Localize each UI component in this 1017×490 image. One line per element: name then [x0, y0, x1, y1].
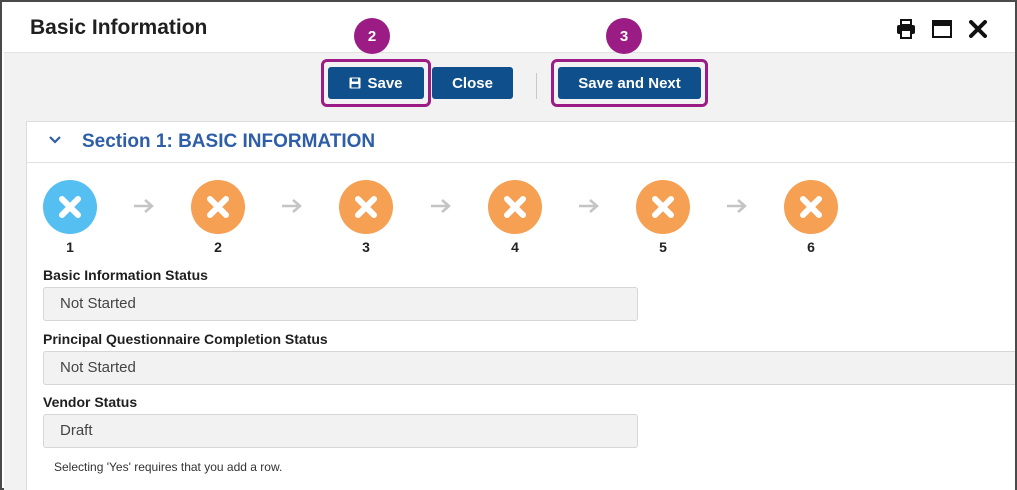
- title-bar: Basic Information: [4, 4, 1015, 52]
- step-number-3: 3: [362, 239, 370, 255]
- vendor-status-field: Draft: [43, 414, 638, 448]
- window-title: Basic Information: [30, 16, 208, 39]
- close-button-label: Close: [452, 74, 493, 92]
- basic-information-status-field: Not Started: [43, 287, 638, 321]
- action-toolbar: Save Close Save and Next: [4, 52, 1015, 112]
- step-number-6: 6: [807, 239, 815, 255]
- save-and-next-button[interactable]: Save and Next: [558, 67, 701, 99]
- dialog-window: Basic Information Save Close Save and Ne…: [0, 0, 1017, 490]
- step-number-4: 4: [511, 239, 519, 255]
- step-number-5: 5: [659, 239, 667, 255]
- save-button[interactable]: Save: [328, 67, 424, 99]
- x-icon: [59, 196, 81, 218]
- window-controls: [895, 18, 989, 40]
- chevron-down-icon[interactable]: [48, 135, 62, 145]
- close-button[interactable]: Close: [432, 67, 513, 99]
- helper-note: Selecting 'Yes' requires that you add a …: [54, 460, 283, 474]
- step-3[interactable]: [339, 180, 393, 234]
- save-button-label: Save: [367, 74, 403, 92]
- section-header[interactable]: Section 1: BASIC INFORMATION: [26, 121, 1015, 163]
- callout-badge-3: 3: [606, 18, 642, 54]
- step-1[interactable]: [43, 180, 97, 234]
- step-number-1: 1: [66, 239, 74, 255]
- step-4[interactable]: [488, 180, 542, 234]
- x-icon: [207, 196, 229, 218]
- step-2[interactable]: [191, 180, 245, 234]
- x-icon: [800, 196, 822, 218]
- toolbar-divider: [536, 73, 537, 99]
- floppy-disk-icon: [349, 77, 361, 89]
- x-icon: [504, 196, 526, 218]
- save-and-next-label: Save and Next: [578, 74, 681, 92]
- print-icon[interactable]: [895, 18, 917, 40]
- x-icon: [652, 196, 674, 218]
- vendor-status-label: Vendor Status: [43, 394, 138, 410]
- principal-questionnaire-status-field: Not Started: [43, 351, 1015, 385]
- arrow-right-icon: [727, 199, 747, 213]
- step-6[interactable]: [784, 180, 838, 234]
- close-icon[interactable]: [967, 18, 989, 40]
- arrow-right-icon: [134, 199, 154, 213]
- arrow-right-icon: [282, 199, 302, 213]
- step-number-2: 2: [214, 239, 222, 255]
- principal-questionnaire-status-label: Principal Questionnaire Completion Statu…: [43, 331, 328, 347]
- maximize-icon[interactable]: [931, 18, 953, 40]
- callout-badge-2: 2: [354, 18, 390, 54]
- arrow-right-icon: [431, 199, 451, 213]
- section-title: Section 1: BASIC INFORMATION: [82, 131, 376, 152]
- x-icon: [355, 196, 377, 218]
- step-5[interactable]: [636, 180, 690, 234]
- basic-information-status-label: Basic Information Status: [43, 267, 208, 283]
- arrow-right-icon: [579, 199, 599, 213]
